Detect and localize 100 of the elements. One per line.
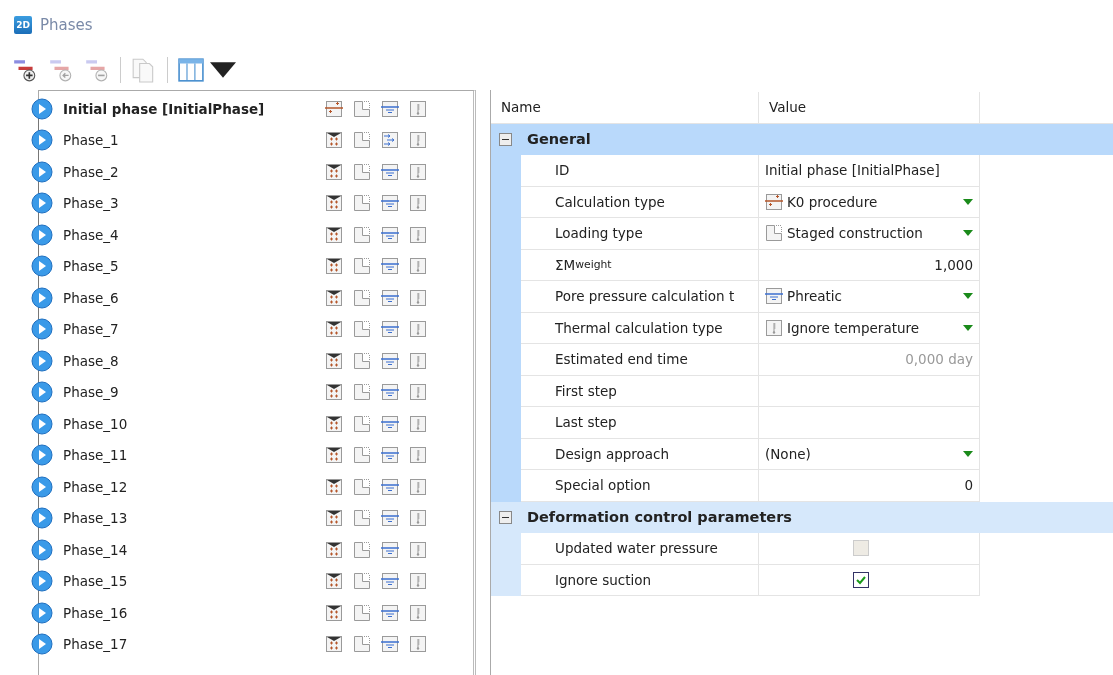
phase-name[interactable]: Phase_3 [63,195,325,212]
property-value: 0,000 day [759,344,980,376]
property-dropdown[interactable]: Staged construction [765,224,973,243]
phase-name[interactable]: Phase_1 [63,132,325,149]
group-indent-bar [491,533,521,596]
property-value[interactable]: 0 [759,470,980,502]
phase-name[interactable]: Phase_13 [63,510,325,527]
phase-add-icon [12,57,38,83]
water-level-icon [381,351,399,370]
flow-arrows-icon [381,131,399,150]
phase-name[interactable]: Phase_5 [63,258,325,275]
property-dropdown[interactable]: (None) [765,445,973,462]
staged-construction-icon [353,351,371,370]
phase-play-icon[interactable] [31,381,53,404]
property-name: Pore pressure calculation t [521,281,759,313]
property-dropdown[interactable]: K0 procedure [765,192,973,211]
column-header[interactable]: Name [491,92,759,124]
stress-points-icon [325,509,343,528]
phase-name[interactable]: Phase_17 [63,636,325,653]
stress-points-icon [325,477,343,496]
property-name: First step [521,375,759,407]
thermometer-icon [409,99,427,118]
staged-construction-icon [353,320,371,339]
stress-points-icon [325,414,343,433]
property-dropdown[interactable]: Ignore temperature [765,318,973,337]
collapse-toggle[interactable] [499,510,512,524]
stress-points-icon [325,320,343,339]
phase-insert-icon [48,57,74,83]
phase-name[interactable]: Phase_7 [63,321,325,338]
phase-play-icon[interactable] [31,318,53,341]
column-header[interactable]: Value [759,92,980,124]
stress-points-icon [325,225,343,244]
dropdown-arrow-icon [963,198,973,205]
phase-name[interactable]: Phase_2 [63,163,325,180]
phase-name[interactable]: Initial phase [InitialPhase] [63,100,325,117]
dropdown-arrow-icon [963,293,973,300]
columns-phase-button[interactable] [176,55,238,85]
thermometer-icon [409,509,427,528]
phase-name[interactable]: Phase_11 [63,447,325,464]
thermometer-icon [409,603,427,622]
phase-name[interactable]: Phase_4 [63,226,325,243]
phase-name[interactable]: Phase_9 [63,384,325,401]
stress-points-icon [325,288,343,307]
staged-construction-icon [353,572,371,591]
phase-play-icon[interactable] [31,475,53,498]
stress-points-icon [325,446,343,465]
staged-construction-icon [353,509,371,528]
phase-play-icon[interactable] [31,444,53,467]
property-dropdown[interactable]: Phreatic [765,287,973,306]
water-level-icon [381,99,399,118]
staged-construction-icon [765,224,783,243]
group-header[interactable]: Deformation control parameters [491,501,1113,533]
property-name: ID [521,155,759,187]
phase-play-icon[interactable] [31,507,53,530]
phase-name[interactable]: Phase_14 [63,541,325,558]
phase-name[interactable]: Phase_8 [63,352,325,369]
phase-play-icon[interactable] [31,192,53,215]
phase-play-icon[interactable] [31,160,53,183]
phase-play-icon[interactable] [31,601,53,624]
thermometer-icon [409,540,427,559]
phase-play-icon[interactable] [31,286,53,309]
thermometer-icon [409,288,427,307]
phase-name[interactable]: Phase_15 [63,573,325,590]
water-level-icon [381,194,399,213]
staged-construction-icon [353,162,371,181]
phase-name[interactable]: Phase_10 [63,415,325,432]
checkbox[interactable] [853,571,869,588]
stress-points-icon [325,603,343,622]
collapse-toggle[interactable] [499,132,512,146]
stress-points-icon [325,351,343,370]
property-value[interactable]: 1,000 [759,249,980,281]
phase-name[interactable]: Phase_6 [63,289,325,306]
group-header[interactable]: General [491,123,1113,155]
thermometer-icon [409,320,427,339]
water-level-icon [381,414,399,433]
water-level-icon [381,320,399,339]
property-name: Ignore suction [521,564,759,596]
phase-play-icon[interactable] [31,255,53,278]
phase-play-icon[interactable] [31,129,53,152]
k0-procedure-icon [765,192,783,211]
water-level-icon [381,225,399,244]
stress-points-icon [325,162,343,181]
phase-play-icon[interactable] [31,223,53,246]
phase-play-icon[interactable] [31,570,53,593]
property-name: Loading type [521,218,759,250]
window-title: Phases [40,16,93,34]
phase-play-icon[interactable] [31,633,53,656]
phase-play-icon[interactable] [31,349,53,372]
staged-construction-icon [353,288,371,307]
phase-name[interactable]: Phase_12 [63,478,325,495]
water-level-icon [381,162,399,181]
property-value[interactable]: Initial phase [InitialPhase] [759,155,980,187]
phase-play-icon[interactable] [31,412,53,435]
phase-name[interactable]: Phase_16 [63,604,325,621]
stress-points-icon [325,572,343,591]
app-logo: 2D [14,16,32,34]
group-title: General [526,131,592,148]
phase-play-icon[interactable] [31,97,53,120]
thermometer-icon [409,225,427,244]
phase-play-icon[interactable] [31,538,53,561]
